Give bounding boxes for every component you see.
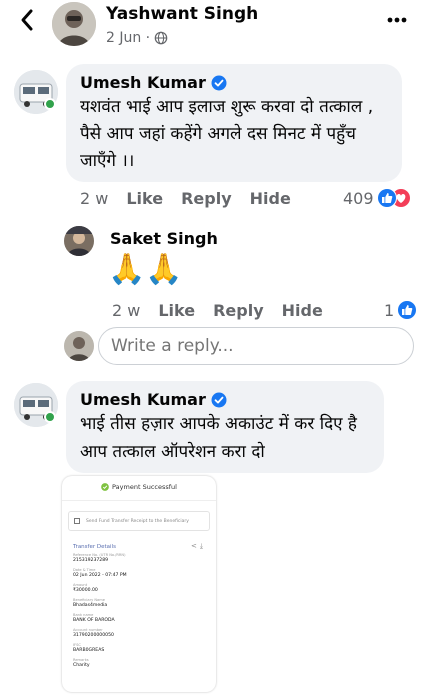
post-meta: 2 Jun ·: [106, 30, 168, 46]
post-author-avatar[interactable]: [52, 2, 96, 46]
reply-avatar[interactable]: [64, 226, 94, 256]
comment-bubble[interactable]: Umesh Kumar भाई तीस हज़ार आपके अकाउंट मे…: [66, 381, 384, 473]
reply-time: 2 w: [112, 301, 141, 320]
comment-text-line: आप तत्काल ऑपरेशन करा दो: [80, 442, 265, 462]
reply-button[interactable]: Reply: [213, 301, 264, 320]
reply-author[interactable]: Saket Singh: [110, 229, 218, 248]
post-date: 2 Jun ·: [106, 30, 151, 46]
receipt-field: Account number 31790200000050: [73, 628, 114, 638]
reply-input[interactable]: [98, 327, 414, 365]
comment-author[interactable]: Umesh Kumar: [80, 73, 227, 92]
comment-bubble[interactable]: Umesh Kumar यशवंत भाई आप इलाज शुरू करवा …: [66, 64, 402, 182]
reply-emoji: 🙏🙏: [108, 252, 183, 287]
current-user-avatar: [64, 331, 94, 361]
chevron-left-icon: [21, 9, 33, 31]
ellipsis-icon: [387, 17, 407, 23]
payment-status-text: Payment Successful: [112, 483, 177, 491]
comment-text-line: यशवंत भाई आप इलाज शुरू करवा दो तत्काल ,: [80, 97, 374, 117]
online-status-dot: [44, 98, 56, 110]
fund-transfer-row: Send Fund Transfer Receipt to the Benefi…: [68, 511, 210, 531]
verified-badge-icon: [211, 392, 227, 407]
payment-status: Payment Successful: [62, 483, 216, 491]
receipt-field: Amount ₹30000.00: [73, 583, 98, 593]
reaction-count: 409: [343, 188, 374, 208]
share-download-icons: <⤓: [191, 542, 206, 550]
comment-actions: 2 w Like Reply Hide: [80, 189, 309, 208]
hide-button[interactable]: Hide: [250, 189, 291, 208]
receipt-field: Bank name BANK OF BARODA: [73, 613, 115, 623]
like-reaction-icon: [376, 188, 397, 208]
like-button[interactable]: Like: [158, 301, 195, 320]
comment-time: 2 w: [80, 189, 109, 208]
checkbox-icon: [74, 518, 80, 524]
globe-icon: [154, 31, 168, 45]
receipt-field: Date & Time 02 Jun 2022 - 07:47 PM: [73, 568, 127, 578]
transfer-details-title: Transfer Details: [73, 544, 116, 550]
receipt-field: Remarks Charity: [73, 658, 90, 668]
reaction-icons: [397, 300, 418, 320]
reply-actions: 2 w Like Reply Hide: [112, 301, 341, 320]
like-reaction-icon: [397, 300, 418, 320]
reply-button[interactable]: Reply: [181, 189, 232, 208]
check-circle-icon: [101, 483, 109, 491]
receipt-field: Reference No. (UTR No./RRN) 215319237289: [73, 553, 126, 563]
back-button[interactable]: [16, 6, 40, 34]
comment-text-line: जाएँगे ।।: [80, 151, 135, 171]
reaction-summary[interactable]: 409: [343, 188, 413, 208]
receipt-field: Beneficiary Name Bhadas4media: [73, 598, 108, 608]
hide-button[interactable]: Hide: [282, 301, 323, 320]
comment-text-line: पैसे आप जहां कहेंगे अगले दस मिनट में पहु…: [80, 124, 356, 144]
payment-screenshot[interactable]: Payment Successful Send Fund Transfer Re…: [62, 476, 216, 692]
reply-reaction-summary[interactable]: 1: [384, 300, 418, 320]
fund-transfer-text: Send Fund Transfer Receipt to the Benefi…: [86, 518, 189, 524]
more-options-button[interactable]: [385, 12, 409, 28]
post-author-name[interactable]: Yashwant Singh: [106, 4, 258, 24]
post-header: Yashwant Singh 2 Jun ·: [0, 0, 427, 58]
comment-author[interactable]: Umesh Kumar: [80, 390, 227, 409]
reaction-icons: [376, 188, 413, 208]
reaction-count: 1: [384, 300, 395, 320]
verified-badge-icon: [211, 75, 227, 90]
like-button[interactable]: Like: [126, 189, 163, 208]
online-status-dot: [44, 411, 56, 423]
comment-text-line: भाई तीस हज़ार आपके अकाउंट में कर दिए है: [80, 414, 357, 434]
receipt-field: IFSC BARB0GREAS: [73, 643, 105, 653]
divider: [62, 500, 216, 501]
